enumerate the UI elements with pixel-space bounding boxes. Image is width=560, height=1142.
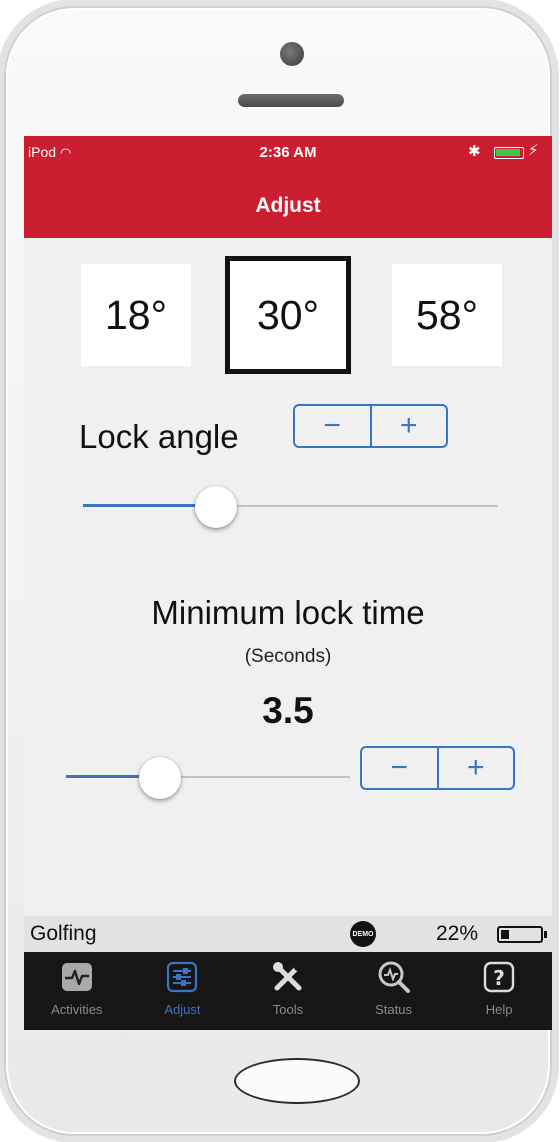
phone-frame: iPod ◠ 2:36 AM ✱ ⚡ Adjust 18° 30° 58° Loc…: [4, 6, 552, 1136]
status-battery-icon: [494, 147, 524, 159]
tab-activities[interactable]: Activities: [24, 952, 130, 1030]
min-lock-time-decrement-button[interactable]: −: [362, 748, 437, 788]
speaker-grille: [238, 94, 344, 107]
battery-percent: 22%: [436, 922, 479, 945]
tab-bar: Activities Adjust Tools Status ? Help: [24, 952, 552, 1030]
adjust-icon: [165, 960, 199, 994]
charging-icon: ⚡: [528, 142, 539, 159]
bluetooth-icon: ✱: [468, 143, 481, 160]
tab-adjust-label: Adjust: [164, 1002, 201, 1017]
angle-option-18[interactable]: 18°: [81, 264, 191, 366]
lock-angle-label: Lock angle: [79, 418, 239, 455]
help-icon: ?: [482, 960, 516, 994]
tab-activities-label: Activities: [51, 1002, 103, 1017]
min-lock-time-increment-button[interactable]: +: [436, 748, 514, 788]
min-lock-time-value: 3.5: [262, 690, 314, 731]
demo-badge: DEMO: [350, 921, 376, 947]
status-bar: iPod ◠ 2:36 AM ✱ ⚡: [24, 136, 552, 172]
min-lock-time-title: Minimum lock time: [151, 594, 425, 631]
tab-help-label: Help: [485, 1002, 513, 1017]
min-lock-time-slider[interactable]: [66, 757, 350, 799]
info-bar: Golfing DEMO 22%: [24, 916, 552, 952]
device-battery-icon: [497, 926, 547, 943]
camera-icon: [280, 42, 304, 66]
status-icon: [377, 960, 411, 994]
min-lock-time-stepper: − +: [360, 746, 515, 790]
tab-tools-label: Tools: [272, 1002, 304, 1017]
tab-status-label: Status: [375, 1002, 412, 1017]
tab-adjust[interactable]: Adjust: [130, 952, 236, 1030]
angle-option-58[interactable]: 58°: [392, 264, 502, 366]
svg-text:?: ?: [493, 966, 505, 990]
lock-angle-slider[interactable]: [83, 486, 498, 528]
header: iPod ◠ 2:36 AM ✱ ⚡ Adjust: [24, 136, 552, 238]
activity-icon: [60, 960, 94, 994]
angle-option-30-selected[interactable]: 30°: [225, 256, 351, 374]
tab-tools[interactable]: Tools: [235, 952, 341, 1030]
app-screen: iPod ◠ 2:36 AM ✱ ⚡ Adjust 18° 30° 58° Loc…: [24, 136, 552, 1030]
lock-angle-slider-thumb[interactable]: [195, 486, 237, 528]
activity-mode-label: Golfing: [30, 922, 97, 945]
lock-angle-decrement-button[interactable]: −: [295, 406, 370, 446]
tab-status[interactable]: Status: [341, 952, 447, 1030]
min-lock-time-slider-thumb[interactable]: [139, 757, 181, 799]
lock-angle-stepper: − +: [293, 404, 448, 448]
tools-icon: [271, 960, 305, 994]
min-lock-time-unit: (Seconds): [244, 646, 332, 667]
home-button[interactable]: [234, 1058, 360, 1104]
lock-angle-increment-button[interactable]: +: [369, 406, 447, 446]
tab-help[interactable]: ? Help: [446, 952, 552, 1030]
page-title: Adjust: [255, 194, 321, 217]
